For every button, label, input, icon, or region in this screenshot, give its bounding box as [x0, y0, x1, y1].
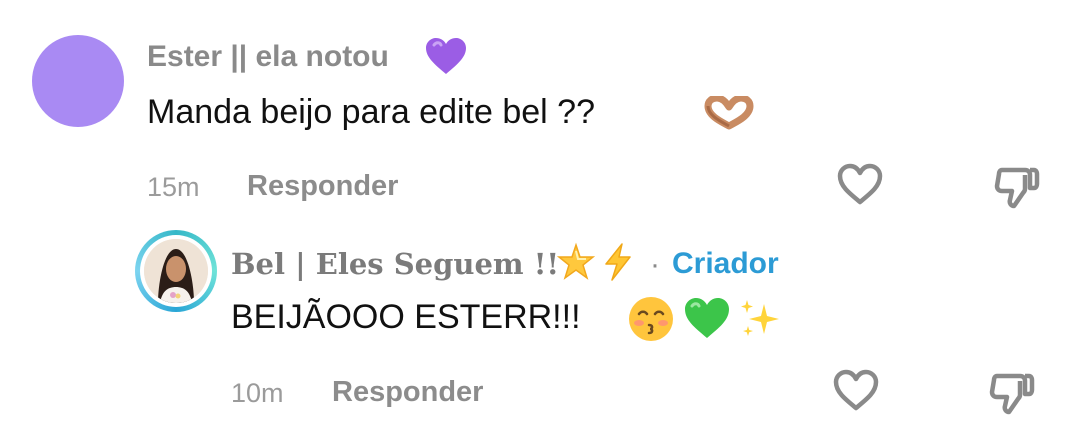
comment-timestamp: 10m	[231, 378, 284, 408]
kissing-face-icon	[627, 295, 675, 348]
reply-button[interactable]: Responder	[332, 376, 483, 409]
avatar[interactable]	[135, 230, 217, 312]
dislike-icon[interactable]	[988, 368, 1038, 418]
creator-badge: Criador	[672, 247, 779, 280]
comment-text: BEIJÃOOO ESTERR!!!	[231, 298, 581, 336]
avatar-photo	[144, 239, 208, 303]
lightning-icon	[600, 242, 636, 287]
sparkles-icon	[737, 296, 783, 347]
like-heart-icon[interactable]	[831, 366, 881, 416]
green-heart-icon	[683, 296, 731, 345]
comment-reply-item: Bel | Eles Seguem !! · Criador BEIJÃOOO …	[0, 0, 1080, 436]
separator-dot: ·	[650, 248, 660, 281]
glowing-star-icon	[556, 242, 596, 287]
comment-username[interactable]: Bel | Eles Seguem !!	[231, 247, 559, 281]
